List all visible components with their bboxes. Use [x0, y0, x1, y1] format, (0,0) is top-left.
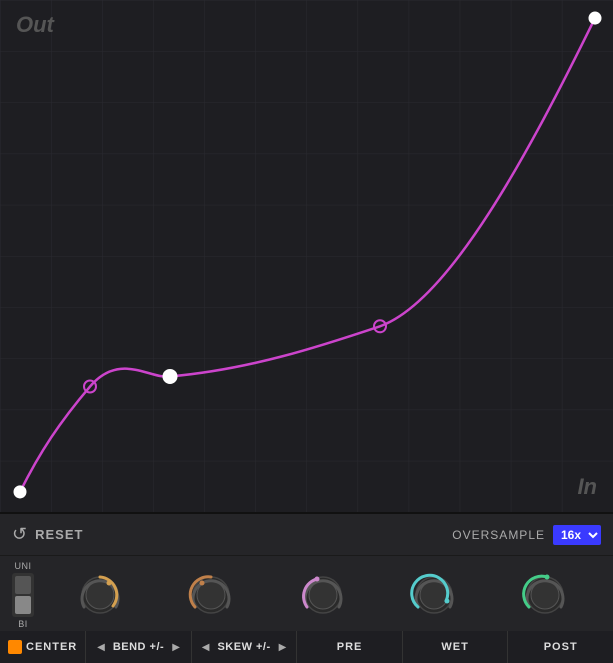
- pre-knob[interactable]: [299, 571, 347, 619]
- reset-icon: ↺: [12, 524, 27, 545]
- bend-group: ◀ BEND +/- ▶: [86, 631, 192, 663]
- pre-label: PRE: [297, 631, 403, 663]
- skew-label: SKEW +/-: [217, 641, 270, 653]
- wet-knob-group: [378, 571, 489, 619]
- bend-label: BEND +/-: [113, 641, 164, 653]
- bend-knob-group: [44, 571, 155, 619]
- wet-label: WET: [403, 631, 509, 663]
- bi-label: BI: [18, 619, 28, 629]
- center-button[interactable]: CENTER: [0, 631, 86, 663]
- bend-arrow-left[interactable]: ◀: [93, 640, 109, 655]
- toggle-top: [15, 576, 31, 594]
- graph-area[interactable]: Out In: [0, 0, 613, 514]
- skew-arrow-right[interactable]: ▶: [275, 640, 291, 655]
- skew-knob-group: [155, 571, 266, 619]
- reset-label: RESET: [35, 527, 83, 542]
- oversample-label: OVERSAMPLE: [452, 528, 545, 542]
- graph-out-label: Out: [16, 12, 54, 38]
- skew-knob[interactable]: [187, 571, 235, 619]
- post-label: POST: [508, 631, 613, 663]
- orange-indicator: [8, 640, 22, 654]
- knobs-row: UNI BI: [0, 556, 613, 631]
- wet-knob[interactable]: [410, 571, 458, 619]
- skew-group: ◀ SKEW +/- ▶: [192, 631, 298, 663]
- uni-label: UNI: [15, 561, 32, 571]
- reset-button[interactable]: ↺ RESET: [12, 524, 83, 545]
- post-knob-group: [490, 571, 601, 619]
- center-label: CENTER: [26, 641, 77, 653]
- uni-bi-group[interactable]: UNI BI: [12, 561, 34, 629]
- bend-arrow-right[interactable]: ▶: [168, 640, 184, 655]
- oversample-group: OVERSAMPLE 1x 2x 4x 8x 16x: [452, 525, 601, 545]
- graph-in-label: In: [577, 474, 597, 500]
- controls-bar: ↺ RESET OVERSAMPLE 1x 2x 4x 8x 16x UNI B…: [0, 514, 613, 663]
- uni-bi-toggle[interactable]: [12, 573, 34, 617]
- post-knob[interactable]: [521, 571, 569, 619]
- labels-row: CENTER ◀ BEND +/- ▶ ◀ SKEW +/- ▶ PRE WET…: [0, 631, 613, 663]
- bend-knob[interactable]: [76, 571, 124, 619]
- skew-arrow-left[interactable]: ◀: [198, 640, 214, 655]
- reset-bar: ↺ RESET OVERSAMPLE 1x 2x 4x 8x 16x: [0, 514, 613, 556]
- oversample-select[interactable]: 1x 2x 4x 8x 16x: [553, 525, 601, 545]
- pre-knob-group: [267, 571, 378, 619]
- toggle-bottom: [15, 596, 31, 614]
